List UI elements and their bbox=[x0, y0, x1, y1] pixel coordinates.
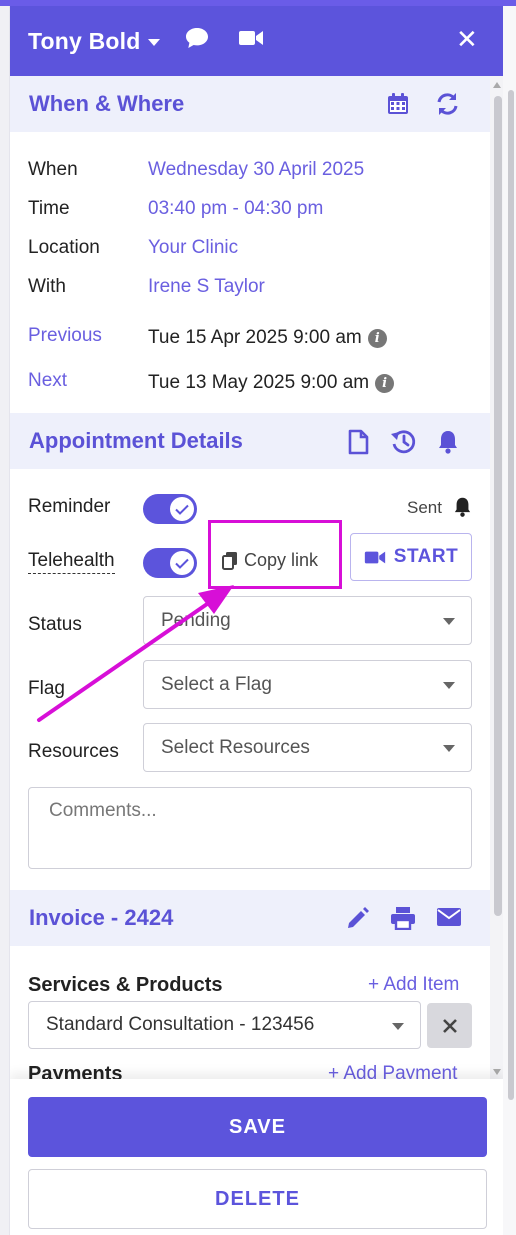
previous-link[interactable]: Previous bbox=[28, 325, 102, 347]
page-scrollbar-thumb[interactable] bbox=[508, 90, 514, 1100]
reminder-toggle[interactable] bbox=[143, 494, 197, 524]
with-value[interactable]: Irene S Taylor bbox=[148, 276, 265, 298]
previous-date-text: Tue 15 Apr 2025 9:00 am bbox=[148, 327, 362, 348]
invoice-header: Invoice - 2424 bbox=[10, 890, 490, 946]
appointment-details-title: Appointment Details bbox=[29, 428, 243, 453]
resources-placeholder: Select Resources bbox=[161, 736, 310, 758]
invoice-title: Invoice - 2424 bbox=[29, 905, 174, 930]
calendar-icon[interactable] bbox=[386, 92, 410, 121]
start-label: START bbox=[393, 546, 459, 567]
status-select[interactable]: Pending bbox=[143, 596, 472, 645]
info-icon[interactable]: i bbox=[375, 374, 395, 393]
when-where-title: When & Where bbox=[29, 91, 185, 116]
with-label: With bbox=[28, 276, 66, 297]
appointment-details-header: Appointment Details bbox=[10, 413, 490, 469]
comments-placeholder: Comments... bbox=[49, 800, 157, 821]
reminder-label: Reminder bbox=[28, 496, 111, 517]
panel-footer: SAVE DELETE bbox=[10, 1079, 503, 1235]
chevron-down-icon bbox=[443, 745, 455, 752]
remove-service-button[interactable] bbox=[427, 1003, 472, 1048]
panel-scrollbar-thumb[interactable] bbox=[494, 96, 502, 916]
reminder-status: Sent bbox=[407, 498, 442, 517]
resources-select[interactable]: Select Resources bbox=[143, 723, 472, 772]
service-value: Standard Consultation - 123456 bbox=[46, 1014, 315, 1035]
when-where-header: When & Where bbox=[10, 76, 490, 132]
video-camera-icon bbox=[364, 551, 385, 563]
add-payment-link[interactable]: + Add Payment bbox=[328, 1063, 457, 1079]
annotation-highlight-box bbox=[208, 520, 342, 589]
chat-bubble-icon[interactable] bbox=[185, 27, 209, 54]
toggle-knob bbox=[170, 551, 194, 575]
info-icon[interactable]: i bbox=[367, 329, 387, 348]
toggle-knob bbox=[170, 497, 194, 521]
flag-select[interactable]: Select a Flag bbox=[143, 660, 472, 709]
resources-label: Resources bbox=[28, 741, 119, 762]
patient-menu-caret-icon[interactable] bbox=[147, 39, 160, 46]
envelope-icon[interactable] bbox=[436, 906, 462, 933]
add-item-link[interactable]: + Add Item bbox=[368, 974, 459, 996]
video-camera-icon[interactable] bbox=[238, 27, 264, 54]
service-select[interactable]: Standard Consultation - 123456 bbox=[28, 1001, 421, 1049]
chevron-down-icon bbox=[443, 618, 455, 625]
pencil-icon[interactable] bbox=[346, 906, 370, 935]
appointment-panel: Tony Bold ✕ When & Where When Wednesday … bbox=[9, 6, 503, 1235]
bell-icon bbox=[453, 496, 472, 523]
panel-header: Tony Bold ✕ bbox=[10, 6, 503, 76]
flag-placeholder: Select a Flag bbox=[161, 673, 272, 695]
next-date-text: Tue 13 May 2025 9:00 am bbox=[148, 372, 370, 393]
comments-field[interactable]: Comments... bbox=[28, 787, 472, 869]
flag-label: Flag bbox=[28, 678, 65, 699]
document-icon[interactable] bbox=[347, 429, 369, 460]
close-icon[interactable]: ✕ bbox=[456, 24, 478, 55]
location-value[interactable]: Your Clinic bbox=[148, 237, 238, 259]
when-label: When bbox=[28, 159, 78, 180]
scroll-up-icon[interactable] bbox=[493, 82, 501, 88]
telehealth-toggle[interactable] bbox=[143, 548, 197, 578]
location-label: Location bbox=[28, 237, 100, 258]
telehealth-label[interactable]: Telehealth bbox=[28, 550, 115, 574]
time-label: Time bbox=[28, 198, 70, 219]
when-value[interactable]: Wednesday 30 April 2025 bbox=[148, 159, 364, 181]
payments-label: Payments bbox=[28, 1063, 123, 1079]
next-value: Tue 13 May 2025 9:00 am i bbox=[148, 372, 395, 394]
status-value: Pending bbox=[161, 609, 231, 631]
start-telehealth-button[interactable]: START bbox=[350, 533, 472, 581]
history-icon[interactable] bbox=[390, 429, 416, 460]
scroll-down-icon[interactable] bbox=[493, 1069, 501, 1075]
patient-name[interactable]: Tony Bold bbox=[28, 28, 141, 55]
status-label: Status bbox=[28, 614, 82, 635]
printer-icon[interactable] bbox=[390, 906, 416, 935]
page-background bbox=[0, 6, 9, 1235]
close-icon bbox=[442, 1018, 457, 1033]
refresh-icon[interactable] bbox=[435, 92, 460, 121]
time-value[interactable]: 03:40 pm - 04:30 pm bbox=[148, 198, 323, 220]
delete-button[interactable]: DELETE bbox=[28, 1169, 487, 1229]
previous-value: Tue 15 Apr 2025 9:00 am i bbox=[148, 327, 387, 349]
chevron-down-icon bbox=[392, 1023, 404, 1030]
save-button[interactable]: SAVE bbox=[28, 1097, 487, 1157]
next-link[interactable]: Next bbox=[28, 370, 67, 392]
chevron-down-icon bbox=[443, 682, 455, 689]
services-products-label: Services & Products bbox=[28, 974, 223, 996]
bell-icon[interactable] bbox=[437, 429, 459, 460]
